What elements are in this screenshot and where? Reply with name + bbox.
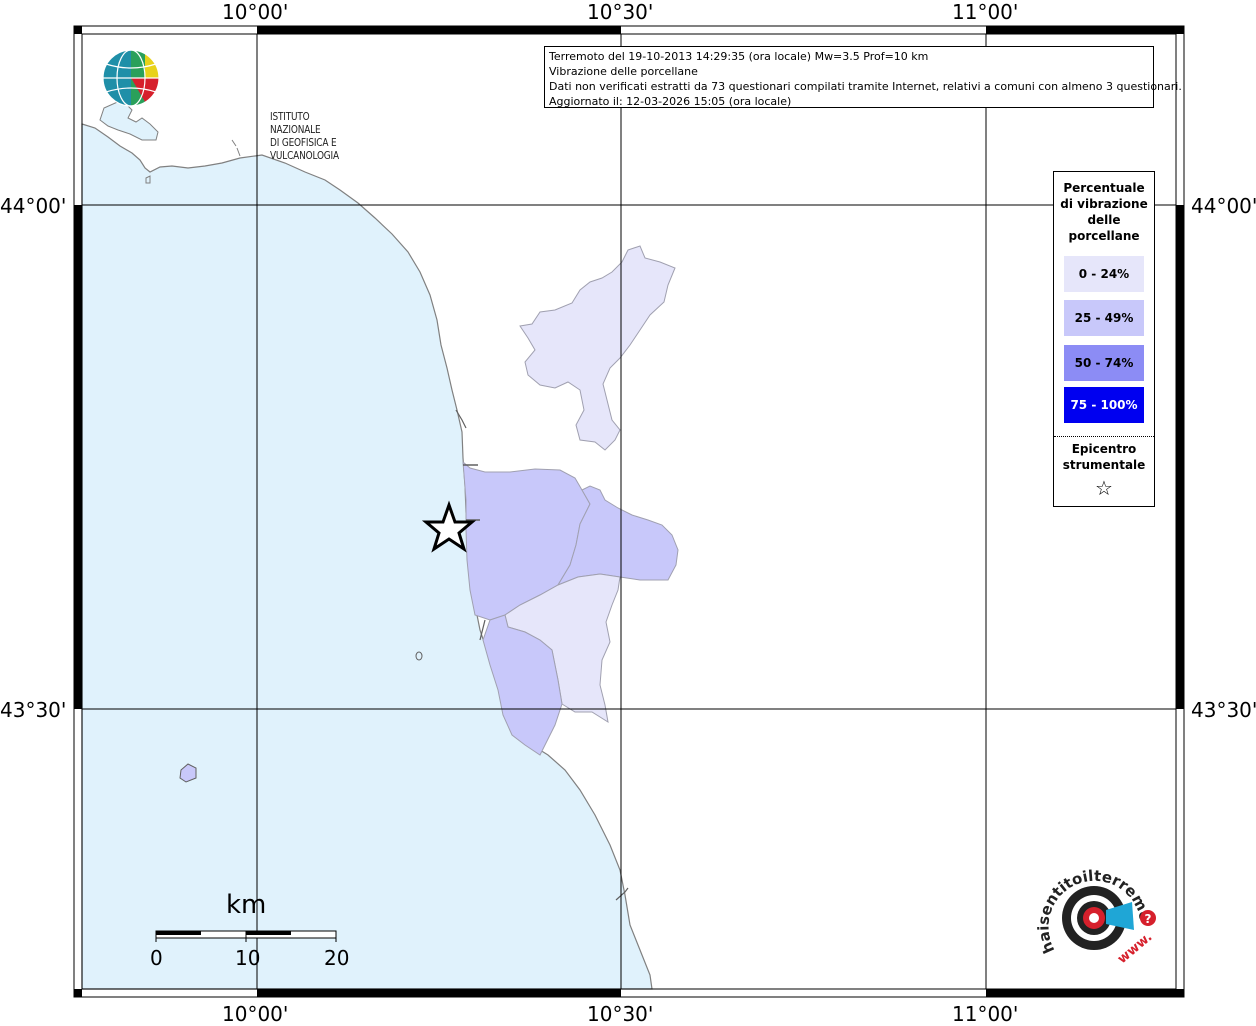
legend-item-75-100: 75 - 100% [1064,387,1144,423]
scale-tick-0: 0 [150,946,163,970]
legend-item-25-49: 25 - 49% [1064,300,1144,336]
scale-bar: km 0 10 20 [150,890,350,970]
question-icon: ? [1145,912,1152,926]
haisentito-logo: haisentitoilterremoto.it ? www. [1031,846,1160,976]
ingv-logo: ISTITUTO NAZIONALE DI GEOFISICA E VULCAN… [102,48,339,162]
legend-separator [1054,436,1154,437]
ingv-globe-icon [102,49,160,107]
scale-unit: km [226,890,267,920]
left-lat-label-2: 43°30' [0,698,67,722]
left-lat-label-1: 44°00' [0,194,67,218]
top-lon-label-3: 11°00' [952,0,1019,24]
legend-star-icon: ☆ [1095,476,1113,500]
scale-bar-graphic [155,930,337,942]
legend-item-0-24: 0 - 24% [1064,256,1144,292]
bottom-lon-label-1: 10°00' [222,1002,289,1026]
scale-tick-10: 10 [235,946,261,970]
www-text: www. [1115,930,1155,967]
event-line: Terremoto del 19-10-2013 14:29:35 (ora l… [549,50,929,63]
bottom-lon-label-2: 10°30' [587,1002,654,1026]
data-note-line: Dati non verificati estratti da 73 quest… [549,80,1182,93]
top-lon-label-2: 10°30' [587,0,654,24]
update-line: Aggiornato il: 12-03-2026 15:05 (ora loc… [549,95,792,108]
event-info-box: Terremoto del 19-10-2013 14:29:35 (ora l… [544,46,1182,108]
ingv-name-line1: ISTITUTO NAZIONALE [270,111,321,136]
legend-title: Percentuale di vibrazione delle porcella… [1060,181,1148,243]
legend-item-50-74: 50 - 74% [1064,345,1144,381]
parameter-line: Vibrazione delle porcellane [549,65,698,78]
right-lat-label-2: 43°30' [1191,698,1256,722]
right-lat-label-1: 44°00' [1191,194,1256,218]
ingv-name-line2: DI GEOFISICA E VULCANOLOGIA [270,137,339,162]
legend-epicenter-label: Epicentro strumentale [1062,442,1146,472]
bottom-lon-label-3: 11°00' [952,1002,1019,1026]
top-lon-label-1: 10°00' [222,0,289,24]
legend: Percentuale di vibrazione delle porcella… [1053,171,1155,507]
scale-tick-20: 20 [324,946,350,970]
